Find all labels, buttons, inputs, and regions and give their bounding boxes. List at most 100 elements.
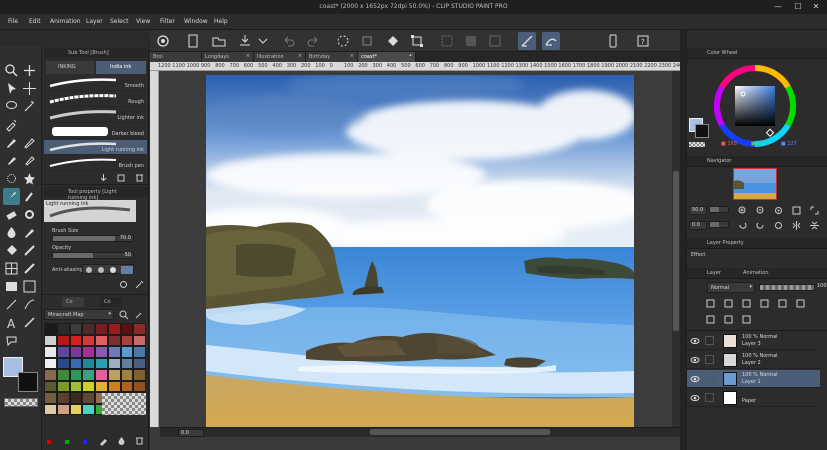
layer-lock-toggle[interactable] bbox=[705, 374, 714, 383]
brush-light-running-ink[interactable]: Light running ink bbox=[44, 140, 147, 155]
group-india-ink[interactable]: India ink bbox=[96, 61, 146, 74]
move-layer-tool[interactable] bbox=[21, 80, 38, 97]
color-wheel[interactable] bbox=[713, 64, 797, 148]
color-swatch[interactable] bbox=[82, 380, 95, 392]
tab-brol[interactable]: Brol bbox=[150, 52, 202, 62]
tool-property-tab[interactable]: Tool property [Light running ink] bbox=[44, 187, 147, 201]
brush-lighter-ink[interactable]: Lighter ink bbox=[44, 108, 147, 123]
tab-longdays[interactable]: Longdays × bbox=[202, 52, 254, 62]
eye-icon[interactable] bbox=[690, 355, 700, 365]
decoration-tool[interactable] bbox=[21, 170, 38, 187]
new-raster-layer-button[interactable] bbox=[705, 298, 716, 309]
color-swatch[interactable] bbox=[133, 323, 146, 335]
color-swatch[interactable] bbox=[69, 323, 83, 335]
marker-tool[interactable] bbox=[3, 152, 20, 169]
opacity-slider[interactable]: 50 bbox=[52, 252, 134, 259]
minimize-button[interactable]: — bbox=[768, 1, 788, 13]
eyedropper-tool[interactable] bbox=[3, 116, 20, 133]
eye-icon[interactable] bbox=[690, 374, 700, 384]
close-icon[interactable]: × bbox=[246, 53, 250, 59]
edit-color-button[interactable] bbox=[98, 435, 109, 446]
new-button[interactable] bbox=[184, 32, 202, 50]
group-inking[interactable]: INKING bbox=[46, 61, 94, 74]
navigator-zoom-slider[interactable] bbox=[709, 206, 729, 213]
color-swatch[interactable] bbox=[107, 369, 121, 381]
open-button[interactable] bbox=[210, 32, 228, 50]
color-swatch[interactable] bbox=[56, 323, 70, 335]
new-folder-button[interactable] bbox=[741, 298, 752, 309]
color-swatch[interactable] bbox=[133, 346, 146, 358]
menu-file[interactable]: File bbox=[8, 18, 18, 25]
clip-button[interactable] bbox=[723, 314, 734, 325]
smartphone-button[interactable] bbox=[604, 32, 622, 50]
color-swatch[interactable] bbox=[56, 403, 70, 415]
vertical-scroll-thumb[interactable] bbox=[673, 171, 679, 331]
tab-illustration[interactable]: Illustration × bbox=[254, 52, 306, 62]
replace-color-button[interactable] bbox=[116, 435, 127, 446]
color-swatch[interactable] bbox=[82, 334, 95, 346]
color-swatch[interactable] bbox=[82, 323, 95, 335]
color-swatch[interactable] bbox=[120, 380, 134, 392]
color-swatch[interactable] bbox=[69, 357, 83, 369]
eye-icon[interactable] bbox=[690, 393, 700, 403]
zoom-tool[interactable] bbox=[3, 62, 20, 79]
color-wheel-tab[interactable]: Color Wheel bbox=[707, 50, 737, 56]
close-icon[interactable]: × bbox=[350, 53, 354, 59]
color-swatch[interactable] bbox=[56, 334, 70, 346]
color-swatch[interactable] bbox=[95, 380, 108, 392]
color-swatch[interactable] bbox=[120, 369, 134, 381]
color-swatch[interactable] bbox=[95, 346, 108, 358]
color-set-settings-button[interactable] bbox=[134, 309, 145, 320]
balloon-tool[interactable] bbox=[21, 314, 38, 331]
save-menu-dropdown[interactable] bbox=[254, 32, 272, 50]
layer-row[interactable]: Paper bbox=[687, 389, 820, 407]
navigator-rotation-slider[interactable] bbox=[709, 221, 729, 228]
color-swatch[interactable] bbox=[69, 369, 83, 381]
color-swatch[interactable] bbox=[82, 357, 95, 369]
menu-window[interactable]: Window bbox=[184, 18, 208, 25]
zoom-in-button[interactable] bbox=[737, 205, 748, 216]
auto-select-tool[interactable] bbox=[21, 98, 38, 115]
layer-row[interactable]: 100 % Normal Layer 3 bbox=[687, 332, 820, 350]
color-swatch[interactable] bbox=[82, 403, 95, 415]
animation-tab[interactable]: Animation bbox=[743, 270, 769, 276]
loading-button[interactable] bbox=[334, 32, 352, 50]
menu-layer[interactable]: Layer bbox=[86, 18, 103, 25]
maximize-button[interactable]: ☐ bbox=[788, 1, 808, 13]
invert-selection-button[interactable] bbox=[462, 32, 480, 50]
pen-tool[interactable] bbox=[3, 134, 20, 151]
rotate-left-button[interactable] bbox=[737, 220, 748, 231]
close-icon[interactable]: × bbox=[298, 53, 302, 59]
eraser-tool[interactable] bbox=[3, 206, 20, 223]
operation-tool[interactable] bbox=[3, 80, 20, 97]
zoom-out-button[interactable] bbox=[755, 205, 766, 216]
transparent-color-swatch[interactable] bbox=[4, 398, 38, 407]
fill-tool[interactable] bbox=[3, 224, 20, 241]
correct-line-tool[interactable] bbox=[21, 296, 38, 313]
color-swatch[interactable] bbox=[107, 334, 121, 346]
ruler-tool[interactable] bbox=[21, 260, 38, 277]
layer-lock-toggle[interactable] bbox=[705, 336, 714, 345]
color-set-tab[interactable]: Co bbox=[62, 297, 84, 307]
speech-tool[interactable] bbox=[3, 332, 20, 349]
color-swatch[interactable] bbox=[69, 346, 83, 358]
sub-tool-menu-button[interactable] bbox=[98, 172, 109, 183]
color-swatch[interactable] bbox=[107, 346, 121, 358]
figure-tool[interactable] bbox=[3, 242, 20, 259]
layer-row[interactable]: 100 % Normal Layer 1 bbox=[687, 370, 820, 388]
color-swatch[interactable] bbox=[120, 357, 134, 369]
grid-tool[interactable] bbox=[3, 260, 20, 277]
color-swatch[interactable] bbox=[44, 403, 57, 415]
color-swatch[interactable] bbox=[95, 369, 108, 381]
color-swatch[interactable] bbox=[120, 334, 134, 346]
color-swatch[interactable] bbox=[44, 334, 57, 346]
lasso-tool[interactable] bbox=[3, 98, 20, 115]
save-button[interactable] bbox=[236, 32, 254, 50]
tool-property-detail-button[interactable] bbox=[134, 279, 145, 290]
color-swatch[interactable] bbox=[44, 380, 57, 392]
tab-coast[interactable]: coast* • bbox=[358, 52, 416, 62]
close-button[interactable]: ✕ bbox=[806, 1, 826, 13]
brush-rough[interactable]: Rough bbox=[44, 92, 147, 107]
add-green-button[interactable] bbox=[62, 435, 73, 446]
sub-color-preview[interactable] bbox=[695, 124, 709, 138]
